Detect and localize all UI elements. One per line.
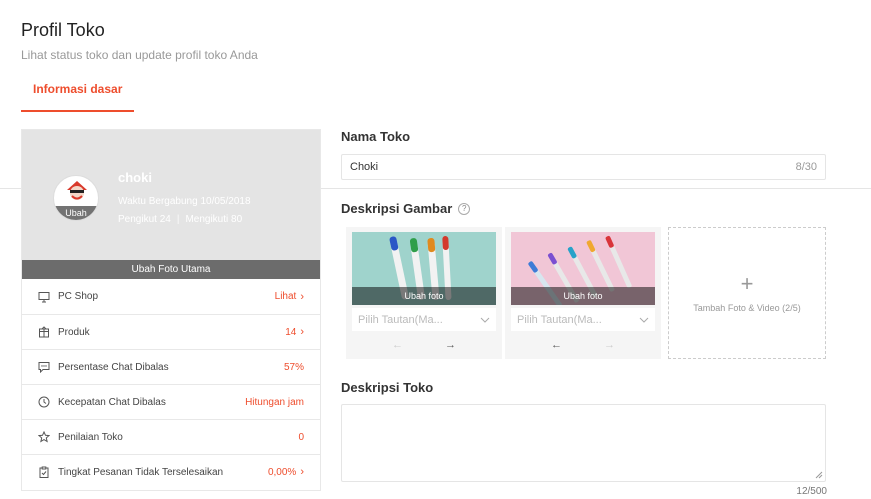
shop-description-label: Deskripsi Toko: [341, 380, 434, 395]
arrow-left-icon[interactable]: ←: [392, 339, 403, 351]
followers-count: Pengikut 24: [118, 214, 171, 225]
resize-handle-icon[interactable]: [815, 471, 823, 479]
metric-value: 0: [298, 431, 304, 443]
arrow-left-icon[interactable]: ←: [551, 339, 562, 351]
metric-value[interactable]: 0,00%: [268, 467, 296, 478]
image-slot-1: Ubah foto Pilih Tautan(Ma... ← →: [346, 227, 502, 359]
shop-name: choki: [118, 170, 152, 185]
reorder-arrows: ← →: [346, 339, 502, 351]
shop-metrics-list: PC Shop Lihat › Produk 14 › Persentase C…: [22, 279, 320, 489]
avatar-mascot-icon: [67, 181, 87, 200]
tab-informasi-dasar[interactable]: Informasi dasar: [21, 82, 135, 112]
metric-label: PC Shop: [58, 291, 99, 302]
metric-row-pc-shop[interactable]: PC Shop Lihat ›: [22, 279, 320, 314]
change-photo-caption[interactable]: Ubah foto: [511, 287, 655, 305]
metric-label: Produk: [58, 326, 90, 338]
metric-label: Tingkat Pesanan Tidak Terselesaikan: [58, 466, 224, 478]
metric-value: Hitungan jam: [245, 396, 304, 408]
image-description-label: Deskripsi Gambar: [341, 201, 453, 216]
page-subtitle: Lihat status toko dan update profil toko…: [21, 48, 258, 62]
metric-value: 57%: [283, 361, 304, 373]
metric-value[interactable]: 14: [285, 327, 296, 338]
image-description-header: Deskripsi Gambar ?: [341, 201, 471, 216]
pens-photo-1[interactable]: Ubah foto: [352, 232, 496, 305]
plus-icon: +: [740, 271, 754, 296]
change-photo-caption[interactable]: Ubah foto: [352, 287, 496, 305]
page-title: Profil Toko: [21, 20, 105, 40]
follow-stats: Pengikut 24 | Mengikuti 80: [118, 214, 242, 225]
shop-cover: Ubah choki Waktu Bergabung 10/05/2018 Pe…: [22, 130, 320, 260]
chevron-down-icon: [480, 317, 490, 323]
metric-label: Penilaian Toko: [58, 431, 123, 443]
shop-name-label: Nama Toko: [341, 129, 411, 144]
metric-row-produk[interactable]: Produk 14 ›: [22, 314, 320, 349]
shop-name-value[interactable]: Choki: [350, 161, 378, 173]
link-select-dropdown[interactable]: Pilih Tautan(Ma...: [511, 308, 655, 331]
chat-icon: [38, 361, 50, 373]
link-select-placeholder: Pilih Tautan(Ma...: [517, 313, 602, 326]
metric-row-chat-rate: Persentase Chat Dibalas 57%: [22, 349, 320, 384]
shop-name-input[interactable]: Choki 8/30: [341, 154, 826, 180]
shop-description-char-count: 12/500: [796, 486, 827, 497]
metric-label: Persentase Chat Dibalas: [58, 361, 169, 373]
tab-bar: Informasi dasar: [0, 80, 871, 189]
link-select-dropdown[interactable]: Pilih Tautan(Ma...: [352, 308, 496, 331]
metric-row-rating: Penilaian Toko 0: [22, 419, 320, 454]
chevron-down-icon: [639, 317, 649, 323]
shop-edit-form: Nama Toko Choki 8/30 Deskripsi Gambar ? …: [341, 129, 827, 497]
pens-photo-2[interactable]: Ubah foto: [511, 232, 655, 305]
shop-description-textarea[interactable]: [341, 404, 826, 482]
star-icon: [38, 431, 50, 443]
stats-divider: |: [176, 214, 180, 225]
box-icon: [38, 326, 50, 338]
chevron-right-icon: ›: [300, 290, 304, 303]
chevron-right-icon: ›: [300, 326, 304, 338]
avatar[interactable]: Ubah: [53, 175, 99, 221]
metric-row-chat-speed: Kecepatan Chat Dibalas Hitungan jam: [22, 384, 320, 419]
arrow-right-icon[interactable]: →: [604, 339, 615, 351]
link-select-placeholder: Pilih Tautan(Ma...: [358, 313, 443, 326]
clock-icon: [38, 396, 50, 408]
chevron-right-icon: ›: [300, 466, 304, 478]
add-media-label: Tambah Foto & Video (2/5): [693, 303, 801, 313]
join-date: Waktu Bergabung 10/05/2018: [118, 196, 251, 207]
reorder-arrows: ← →: [505, 339, 661, 351]
page-header: Profil Toko Lihat status toko dan update…: [21, 20, 258, 62]
help-icon[interactable]: ?: [458, 202, 471, 215]
image-slot-2: Ubah foto Pilih Tautan(Ma... ← →: [505, 227, 661, 359]
following-count: Mengikuti 80: [185, 214, 243, 225]
metric-row-unfinished-orders[interactable]: Tingkat Pesanan Tidak Terselesaikan 0,00…: [22, 454, 320, 489]
monitor-icon: [38, 291, 50, 303]
clipboard-icon: [38, 466, 50, 478]
shop-name-char-count: 8/30: [795, 161, 817, 173]
add-photo-video-button[interactable]: + Tambah Foto & Video (2/5): [668, 227, 826, 359]
metric-label: Kecepatan Chat Dibalas: [58, 396, 166, 408]
shop-summary-card: Ubah choki Waktu Bergabung 10/05/2018 Pe…: [21, 129, 321, 491]
change-main-photo-button[interactable]: Ubah Foto Utama: [22, 260, 320, 279]
avatar-edit-label[interactable]: Ubah: [54, 206, 98, 220]
arrow-right-icon[interactable]: →: [445, 339, 456, 351]
metric-value[interactable]: Lihat: [275, 291, 297, 302]
